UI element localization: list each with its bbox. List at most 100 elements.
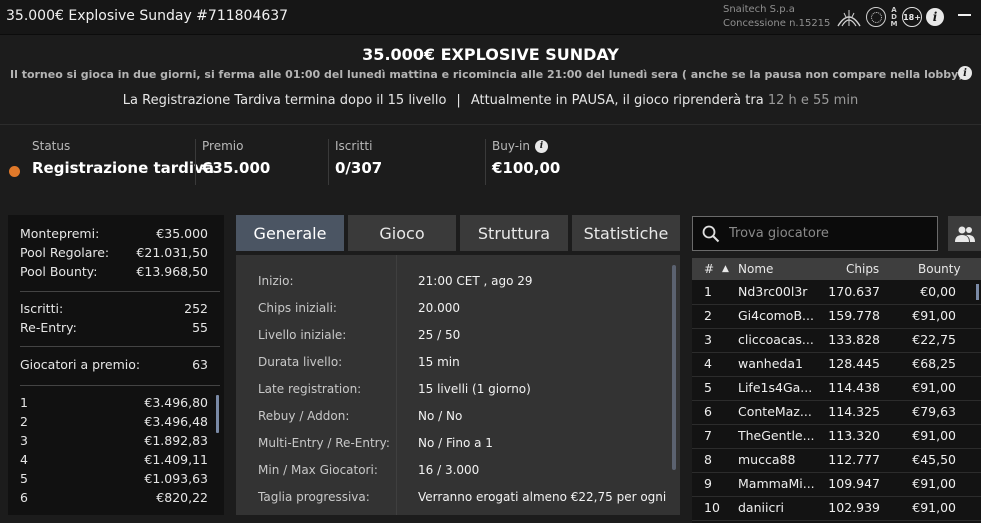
divider <box>20 346 220 347</box>
player-rank: 2 <box>704 308 712 323</box>
pause-text: Attualmente in PAUSA, il gioco riprender… <box>470 93 764 108</box>
window-title: 35.000€ Explosive Sunday #711804637 <box>6 8 289 24</box>
pool-regolare-value: €21.031,50 <box>136 245 208 260</box>
player-chips: 114.438 <box>828 380 880 395</box>
adm-vertical-text: ADM <box>890 5 898 28</box>
player-rank: 7 <box>704 428 712 443</box>
player-rank: 10 <box>704 500 720 515</box>
buyin-info-icon[interactable]: i <box>535 139 548 153</box>
table-row[interactable]: 5 Life1s4Ga... 114.438 €91,00 <box>692 376 981 400</box>
table-row[interactable]: 8 mucca88 112.777 €45,50 <box>692 448 981 472</box>
tournament-stats: Status Registrazione tardiva Premio €35.… <box>0 124 981 202</box>
player-bounty: €91,00 <box>912 308 956 323</box>
player-rank: 5 <box>704 380 712 395</box>
payout-row: 4 €1.409,11 <box>20 452 208 467</box>
player-chips: 133.828 <box>828 332 880 347</box>
sort-arrow-icon[interactable]: ▲ <box>722 264 729 274</box>
reentry-value: 55 <box>192 320 208 335</box>
player-bounty: €91,00 <box>912 428 956 443</box>
tab-generale[interactable]: Generale <box>236 215 344 251</box>
player-chips: 170.637 <box>828 284 880 299</box>
player-rank: 4 <box>704 356 712 371</box>
payout-row: 2 €3.496,48 <box>20 414 208 429</box>
info-key: Rebuy / Addon: <box>258 409 350 423</box>
regulator-logos: ADM 18+ i <box>836 5 944 29</box>
tournament-name: 35.000€ EXPLOSIVE SUNDAY <box>362 45 619 64</box>
registration-status-line: La Registrazione Tardiva termina dopo il… <box>0 93 981 108</box>
players-button[interactable] <box>948 216 981 251</box>
info-key: Inizio: <box>258 274 294 288</box>
row-divider <box>692 520 981 521</box>
player-name: wanheda1 <box>738 356 803 371</box>
payout-amount: €1.409,11 <box>144 452 208 467</box>
info-value: 15 livelli (1 giorno) <box>418 382 531 396</box>
player-name: Nd3rc00l3r <box>738 284 808 299</box>
operator-license: Concessione n.15215 <box>723 18 831 29</box>
player-name: Gi4comoB... <box>738 308 814 323</box>
info-value: 21:00 CET , ago 29 <box>418 274 533 288</box>
player-bounty: €91,00 <box>912 476 956 491</box>
table-row[interactable]: 4 wanheda1 128.445 €68,25 <box>692 352 981 376</box>
info-key: Durata livello: <box>258 355 343 369</box>
payout-amount: €1.093,63 <box>144 471 208 486</box>
payout-position: 6 <box>20 490 28 505</box>
adm-logo-icon <box>837 10 861 27</box>
table-row[interactable]: 6 ConteMaz... 114.325 €79,63 <box>692 400 981 424</box>
info-key: Livello iniziale: <box>258 328 347 342</box>
operator-info: Snaitech S.p.a Concessione n.15215 <box>723 3 830 31</box>
table-row[interactable]: 3 cliccoacas... 133.828 €22,75 <box>692 328 981 352</box>
player-chips: 159.778 <box>828 308 880 323</box>
header-rank[interactable]: # <box>704 262 714 276</box>
payout-amount: €3.496,48 <box>144 414 208 429</box>
description-info-icon[interactable]: i <box>958 66 972 80</box>
player-name: daniicri <box>738 500 784 515</box>
giocatori-premio-value: 63 <box>192 357 208 372</box>
table-row[interactable]: 10 daniicri 102.939 €91,00 <box>692 496 981 520</box>
pause-timer: 12 h e 55 min <box>767 93 859 108</box>
payout-position: 1 <box>20 395 28 410</box>
tab-statistiche[interactable]: Statistiche <box>572 215 680 251</box>
giocatori-premio-label: Giocatori a premio: <box>20 357 141 372</box>
player-bounty: €79,63 <box>912 404 956 419</box>
player-bounty: €91,00 <box>912 500 956 515</box>
header-name[interactable]: Nome <box>738 262 773 276</box>
stat-iscritti: Iscritti 0/307 <box>328 139 382 185</box>
pool-regolare-label: Pool Regolare: <box>20 245 110 260</box>
payout-scrollbar[interactable] <box>216 395 219 433</box>
pool-bounty-label: Pool Bounty: <box>20 264 98 279</box>
minimize-button[interactable] <box>958 14 971 16</box>
table-header: # ▲ Nome Chips Bounty <box>692 258 981 280</box>
player-name: ConteMaz... <box>738 404 812 419</box>
info-key: Late registration: <box>258 382 362 396</box>
info-value: 16 / 3.000 <box>418 463 480 477</box>
info-icon[interactable]: i <box>926 8 944 26</box>
table-row[interactable]: 9 MammaMi... 109.947 €91,00 <box>692 472 981 496</box>
info-value: 25 / 50 <box>418 328 461 342</box>
iscritti-value: 0/307 <box>335 159 383 177</box>
table-row[interactable]: 7 TheGentle... 113.320 €91,00 <box>692 424 981 448</box>
payout-position: 5 <box>20 471 28 486</box>
montepremi-value: €35.000 <box>156 226 208 241</box>
player-bounty: €68,25 <box>912 356 956 371</box>
player-rank: 6 <box>704 404 712 419</box>
info-scrollbar[interactable] <box>672 265 676 470</box>
general-info-panel: Inizio: 21:00 CET , ago 29 Chips iniziali… <box>236 255 680 515</box>
player-bounty: €91,00 <box>912 380 956 395</box>
player-bounty: €22,75 <box>912 332 956 347</box>
header-chips[interactable]: Chips <box>846 262 879 276</box>
table-row[interactable]: 1 Nd3rc00l3r 170.637 €0,00 <box>692 280 981 304</box>
player-bounty: €0,00 <box>920 284 956 299</box>
iscritti-label: Iscritti <box>335 139 373 153</box>
payout-amount: €820,22 <box>156 490 208 505</box>
status-label: Status <box>32 139 71 153</box>
info-value: Verranno erogati almeno €22,75 per ogni <box>418 490 667 504</box>
tab-gioco[interactable]: Gioco <box>348 215 456 251</box>
table-row[interactable]: 2 Gi4comoB... 159.778 €91,00 <box>692 304 981 328</box>
info-key: Multi-Entry / Re-Entry: <box>258 436 390 450</box>
player-chips: 102.939 <box>828 500 880 515</box>
player-rank: 8 <box>704 452 712 467</box>
player-table-scrollbar[interactable] <box>976 284 979 300</box>
search-input[interactable] <box>729 217 934 250</box>
header-bounty[interactable]: Bounty <box>918 262 961 276</box>
tab-struttura[interactable]: Struttura <box>460 215 568 251</box>
